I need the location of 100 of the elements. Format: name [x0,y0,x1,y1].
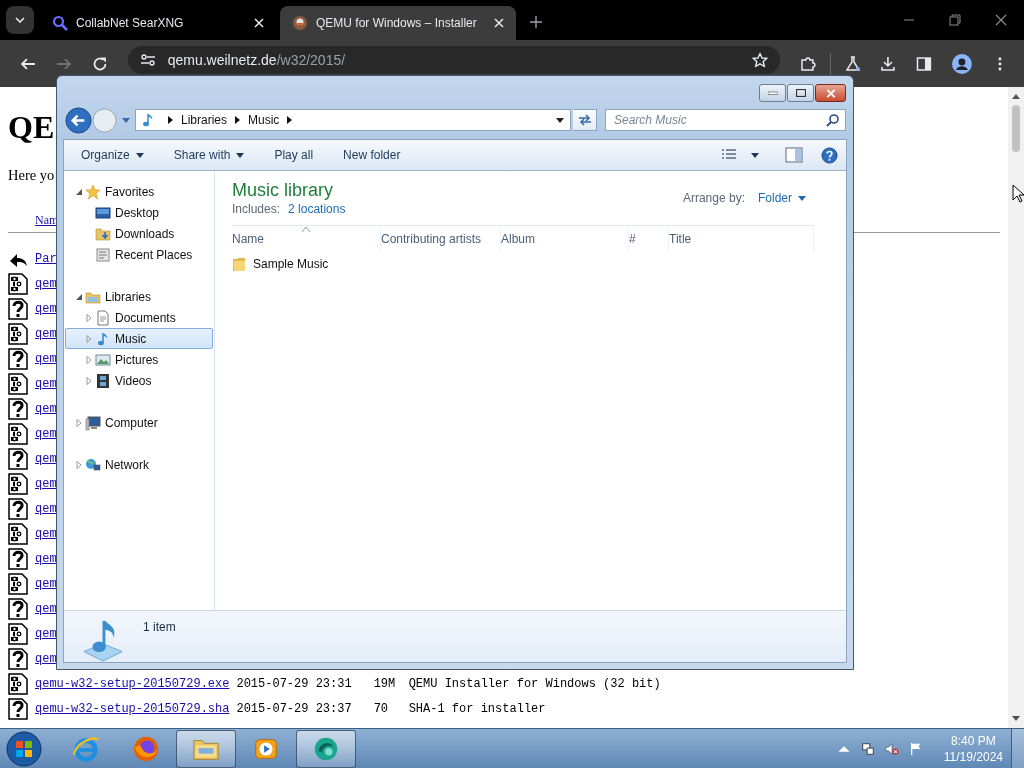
command-button[interactable]: Share with [173,148,245,162]
extensions-icon[interactable] [799,55,816,72]
navigation-item[interactable]: Videos [65,370,213,391]
reload-icon[interactable] [91,55,108,72]
dropdown-caret-icon[interactable] [556,117,564,123]
flag-icon[interactable] [908,741,923,756]
file-link[interactable]: qem [35,401,57,416]
new-tab-icon[interactable] [530,16,542,28]
address-bar[interactable]: qemu.weilnetz.de/w32/2015/ [127,46,780,74]
profile-avatar-icon[interactable] [952,53,973,74]
file-link[interactable]: qem [35,651,57,666]
taskbar-button[interactable] [176,729,236,768]
navigation-item[interactable]: Music [65,328,213,349]
download-icon[interactable] [880,55,897,72]
taskbar-button[interactable] [296,729,356,768]
collapse-triangle-icon[interactable] [75,187,83,196]
file-link[interactable]: qem [35,426,57,441]
navigation-item[interactable]: Network [65,454,213,475]
refresh-button[interactable] [573,109,597,131]
minimize-button[interactable] [759,84,786,102]
navigation-item[interactable]: Downloads [65,223,213,244]
breadcrumb-arrow-icon[interactable] [168,116,173,124]
file-link[interactable]: qem [35,576,57,591]
breadcrumb-arrow-icon[interactable] [287,116,293,124]
file-link[interactable]: qem [35,626,57,641]
file-link[interactable]: qem [35,301,57,316]
navigation-item[interactable]: Libraries [65,286,213,307]
scrollbar[interactable] [1008,87,1024,728]
command-button[interactable]: New folder [343,148,401,162]
browser-tab[interactable]: QEMU for Windows – Installer [280,6,516,40]
file-link[interactable]: Par [35,251,57,266]
locations-link[interactable]: 2 locations [288,202,346,216]
site-settings-icon[interactable] [139,52,156,68]
navigation-item[interactable]: Computer [65,412,213,433]
navigation-item[interactable]: Recent Places [65,244,213,265]
file-link[interactable]: qemu-w32-setup-20150729.exe [35,676,230,691]
scroll-down-icon[interactable] [1012,716,1020,722]
navigation-item[interactable]: Pictures [65,349,213,370]
help-icon[interactable] [821,146,838,164]
search-field[interactable]: Search Music [605,109,846,131]
unknown-file-icon [8,647,28,670]
file-link[interactable]: qemu-w32-setup-20150729.sha [35,701,230,716]
muted-speaker-icon[interactable] [884,741,899,756]
caret-icon [135,152,144,158]
file-link[interactable]: qem [35,551,57,566]
file-description: SHA-1 for installer [408,701,546,716]
view-options-icon[interactable] [721,148,737,162]
file-link[interactable]: qem [35,501,57,516]
column-header[interactable]: Name [232,226,381,252]
side-panel-icon[interactable] [916,55,933,72]
breadcrumb-item[interactable]: Music [248,113,280,127]
column-header[interactable]: # [629,226,669,252]
binary-file-icon [8,522,28,545]
maximize-icon [795,89,806,97]
recent-pages-caret-icon[interactable] [122,117,130,123]
back-button[interactable] [65,106,92,134]
flask-icon[interactable] [844,55,861,72]
network-icon[interactable] [860,741,875,756]
restore-icon[interactable] [949,14,961,26]
collapse-triangle-icon[interactable] [75,292,83,301]
file-list-item[interactable]: Sample Music [232,252,333,276]
arrange-by-dropdown[interactable]: Folder [758,191,806,205]
column-header[interactable]: Contributing artists [381,226,501,252]
bookmark-star-icon[interactable] [751,52,768,68]
navigation-item[interactable]: Desktop [65,202,213,223]
tab-search-button[interactable] [6,6,34,34]
sort-caret-icon [302,227,310,232]
binary-file-icon [8,622,28,645]
file-link[interactable]: qem [35,276,57,291]
file-link[interactable]: qem [35,601,57,616]
show-desktop-button[interactable] [1011,728,1024,768]
navigation-item[interactable]: Documents [65,307,213,328]
binary-file-icon [8,672,28,695]
file-link[interactable]: qem [35,376,57,391]
file-link[interactable]: qem [35,526,57,541]
file-link[interactable]: qem [35,326,57,341]
caret-icon [15,17,25,23]
scroll-thumb[interactable] [1012,105,1020,152]
browser-tab[interactable]: CollabNet SearXNG [40,6,276,40]
close-icon[interactable] [995,14,1007,26]
file-description: QEMU Installer for Windows (32 bit) [408,676,661,691]
close-button[interactable] [815,84,846,102]
search-icon[interactable] [826,113,840,127]
scroll-up-icon[interactable] [1012,93,1020,99]
column-header[interactable]: Album [501,226,629,252]
view-caret-icon[interactable] [751,152,759,158]
maximize-button[interactable] [787,84,814,102]
file-link[interactable]: qem [35,451,57,466]
column-header[interactable]: Title [669,226,814,252]
address-bar[interactable]: Libraries Music [135,109,571,131]
mouse-pointer-icon [1012,184,1024,203]
file-link[interactable]: qem [35,476,57,491]
breadcrumb-item[interactable]: Libraries [181,113,228,127]
command-button[interactable]: Play all [274,148,314,162]
breadcrumb-arrow-icon[interactable] [235,116,241,124]
file-date: 2015-07-29 23:31 [236,676,352,691]
command-button[interactable]: Organize [81,148,144,162]
start-button[interactable] [6,730,42,767]
file-link[interactable]: qem [35,351,57,366]
navigation-item[interactable]: Favorites [65,181,213,202]
